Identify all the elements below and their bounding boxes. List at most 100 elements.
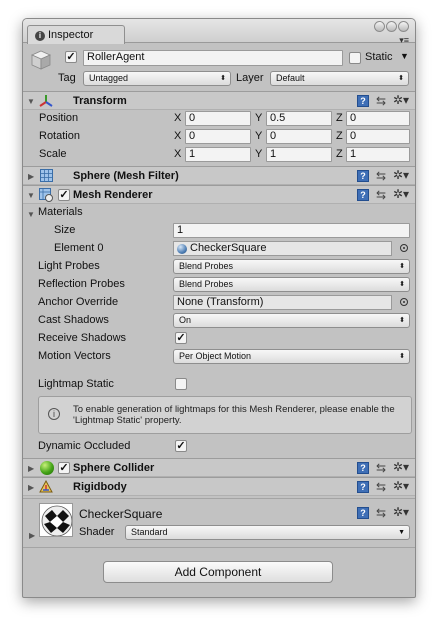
static-checkbox[interactable] — [349, 52, 361, 64]
object-picker-icon[interactable] — [400, 244, 408, 252]
materials-label: Materials — [38, 206, 83, 218]
tag-label: Tag — [58, 72, 76, 84]
axis-y-label: Y — [255, 130, 263, 142]
foldout-closed-icon[interactable]: ▶ — [28, 172, 34, 181]
mesh-renderer-enabled-checkbox[interactable]: ✓ — [58, 189, 70, 201]
sphere-collider-icon — [40, 461, 54, 475]
element0-value: CheckerSquare — [190, 242, 267, 254]
gear-icon[interactable]: ✲▾ — [393, 505, 409, 519]
dropdown-arrow-icon: ⬍ — [399, 317, 405, 324]
gear-icon[interactable]: ✲▾ — [393, 479, 409, 493]
position-z-field[interactable]: 0 — [346, 111, 410, 126]
gear-icon[interactable]: ✲▾ — [393, 168, 409, 182]
axis-y-label: Y — [255, 148, 263, 160]
foldout-closed-icon[interactable]: ▶ — [28, 483, 34, 492]
dropdown-arrow-icon: ⬍ — [398, 75, 404, 82]
preset-icon[interactable]: ⇆ — [376, 188, 386, 202]
preset-icon[interactable]: ⇆ — [376, 480, 386, 494]
element0-label: Element 0 — [54, 242, 104, 254]
receive-shadows-checkbox[interactable]: ✓ — [175, 332, 187, 344]
light-probes-dropdown[interactable]: Blend Probes ⬍ — [173, 259, 410, 274]
layer-value: Default — [276, 73, 305, 83]
reflection-probes-label: Reflection Probes — [38, 278, 125, 290]
axis-x-label: X — [174, 112, 182, 124]
rotation-z-field[interactable]: 0 — [346, 129, 410, 144]
transform-header[interactable]: ▼ Transform ? ⇆ ✲▾ — [23, 91, 415, 110]
window-buttons — [373, 21, 411, 33]
tab-menu-icon[interactable]: ▾≡ — [399, 35, 409, 46]
cast-shadows-dropdown[interactable]: On ⬍ — [173, 313, 410, 328]
tab-label: Inspector — [48, 29, 94, 41]
dynamic-occluded-checkbox[interactable]: ✓ — [175, 440, 187, 452]
tag-dropdown[interactable]: Untagged ⬍ — [83, 71, 231, 86]
title-bar: i Inspector ▾≡ — [23, 19, 415, 46]
lightmap-info-box: i To enable generation of lightmaps for … — [38, 396, 412, 434]
shader-dropdown[interactable]: Standard ▼ — [125, 525, 410, 540]
rigidbody-title: Rigidbody — [73, 481, 127, 493]
gameobject-active-checkbox[interactable]: ✓ — [65, 51, 77, 63]
axis-z-label: Z — [336, 112, 343, 124]
preset-icon[interactable]: ⇆ — [376, 169, 386, 183]
position-x-field[interactable]: 0 — [185, 111, 251, 126]
cast-shadows-value: On — [179, 315, 192, 325]
material-foldout-icon[interactable]: ▶ — [29, 531, 35, 540]
motion-vectors-dropdown[interactable]: Per Object Motion ⬍ — [173, 349, 410, 364]
layer-label: Layer — [236, 72, 264, 84]
foldout-open-icon[interactable]: ▼ — [27, 191, 35, 200]
mesh-filter-header[interactable]: ▶ Sphere (Mesh Filter) ? ⇆ ✲▾ — [23, 166, 415, 185]
component-header-icons: ? ⇆ ✲▾ — [357, 187, 409, 202]
scale-y-field[interactable]: 1 — [266, 147, 332, 162]
help-icon[interactable]: ? — [357, 462, 369, 474]
window-button-icon[interactable] — [374, 21, 385, 32]
tab-inspector[interactable]: i Inspector — [27, 25, 125, 44]
rigidbody-header[interactable]: ▶ Rigidbody ? ⇆ ✲▾ — [23, 477, 415, 496]
lightmap-info-text: To enable generation of lightmaps for th… — [73, 404, 395, 426]
preset-icon[interactable]: ⇆ — [376, 461, 386, 475]
gear-icon[interactable]: ✲▾ — [393, 460, 409, 474]
object-picker-icon[interactable] — [400, 298, 408, 306]
reflection-probes-dropdown[interactable]: Blend Probes ⬍ — [173, 277, 410, 292]
layer-dropdown[interactable]: Default ⬍ — [270, 71, 409, 86]
gear-icon[interactable]: ✲▾ — [393, 93, 409, 107]
window-button-icon[interactable] — [386, 21, 397, 32]
cast-shadows-label: Cast Shadows — [38, 314, 109, 326]
sphere-collider-enabled-checkbox[interactable]: ✓ — [58, 462, 70, 474]
materials-size-field[interactable]: 1 — [173, 223, 410, 238]
position-y-field[interactable]: 0.5 — [266, 111, 332, 126]
anchor-override-field[interactable]: None (Transform) — [173, 295, 392, 310]
help-icon[interactable]: ? — [357, 95, 369, 107]
mesh-renderer-header[interactable]: ▼ ✓ Mesh Renderer ? ⇆ ✲▾ — [23, 185, 415, 204]
scale-z-field[interactable]: 1 — [346, 147, 410, 162]
gameobject-name-field[interactable]: RollerAgent — [83, 50, 343, 66]
foldout-open-icon[interactable]: ▼ — [27, 97, 35, 106]
dropdown-arrow-icon: ▼ — [398, 529, 405, 536]
motion-vectors-label: Motion Vectors — [38, 350, 111, 362]
preset-icon[interactable]: ⇆ — [376, 94, 386, 108]
scale-x-field[interactable]: 1 — [185, 147, 251, 162]
preset-icon[interactable]: ⇆ — [376, 506, 386, 520]
window-button-icon[interactable] — [398, 21, 409, 32]
element0-field[interactable]: CheckerSquare — [173, 241, 392, 256]
mesh-filter-title: Sphere (Mesh Filter) — [73, 170, 179, 182]
mesh-renderer-title: Mesh Renderer — [73, 189, 153, 201]
add-component-button[interactable]: Add Component — [103, 561, 333, 583]
help-icon[interactable]: ? — [357, 481, 369, 493]
help-icon[interactable]: ? — [357, 507, 369, 519]
gameobject-cube-icon — [30, 49, 52, 71]
transform-icon — [39, 94, 53, 108]
axis-z-label: Z — [336, 130, 343, 142]
help-icon[interactable]: ? — [357, 189, 369, 201]
dropdown-arrow-icon: ⬍ — [399, 281, 405, 288]
size-label: Size — [54, 224, 76, 236]
foldout-closed-icon[interactable]: ▶ — [28, 464, 34, 473]
component-header-icons: ? ⇆ ✲▾ — [357, 93, 409, 108]
lightmap-static-checkbox[interactable] — [175, 378, 187, 390]
reflection-probes-value: Blend Probes — [179, 279, 234, 289]
gear-icon[interactable]: ✲▾ — [393, 187, 409, 201]
sphere-collider-header[interactable]: ▶ ✓ Sphere Collider ? ⇆ ✲▾ — [23, 458, 415, 477]
help-icon[interactable]: ? — [357, 170, 369, 182]
rotation-x-field[interactable]: 0 — [185, 129, 251, 144]
rotation-y-field[interactable]: 0 — [266, 129, 332, 144]
static-dropdown-arrow[interactable]: ▼ — [400, 51, 409, 61]
materials-foldout-icon[interactable]: ▼ — [27, 210, 35, 219]
